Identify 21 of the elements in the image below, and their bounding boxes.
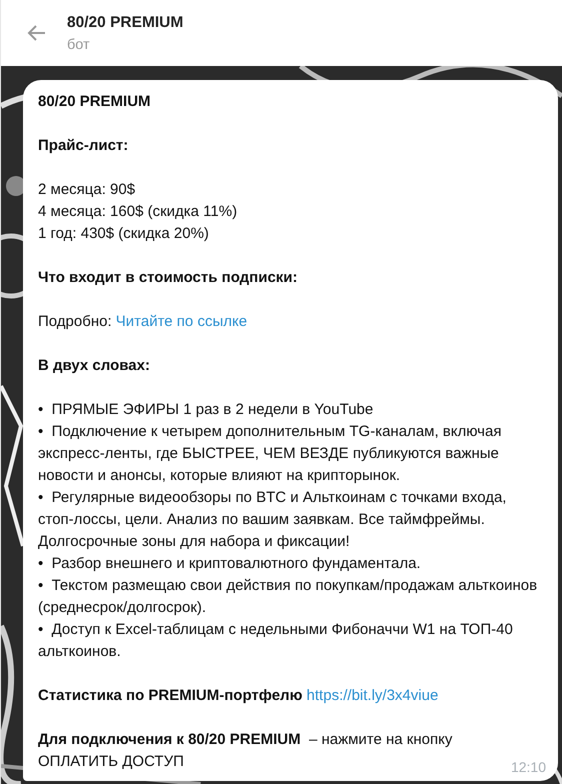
- message-line: 1 год: 430$ (скидка 20%): [38, 224, 210, 244]
- message-time: 12:10: [510, 759, 546, 775]
- message-link[interactable]: https://bit.ly/3x4viue: [306, 687, 438, 704]
- message-line: • Доступ к Excel-таблицам с недельными Фибоначчи W1 на ТОП-40 альткоинов.: [38, 620, 514, 662]
- message-line: Подробно: Читайте по ссылке: [38, 312, 248, 332]
- message-line: • Подключение к четырем дополнительным TG-каналам, включая экспресс-ленты, где БЫСТРЕЕ, ЧЕМ ВЕЗДЕ публикуются важные новости и анонсы, которые влияют на крипторынок.: [38, 422, 502, 486]
- chat-subtitle: бот: [67, 36, 91, 52]
- heading-text: Что входит в стоимость подписки:: [38, 268, 299, 288]
- message-line: • Текстом размещаю свои действия по покупкам/продажам альткоинов (среднесрок/долгосрок).: [38, 576, 538, 618]
- message-line: • Регулярные видеообзоры по BTC и Альткоинам с точками входа, стоп-лоссы, цели. Анализ по вашим заявкам. Все таймфреймы. Долгосрочные зоны для набора и фиксации!: [38, 488, 508, 552]
- heading-text: В двух словах:: [38, 356, 151, 376]
- message-line: • ПРЯМЫЕ ЭФИРЫ 1 раз в 2 недели в YouTube: [38, 400, 374, 420]
- chat-title: 80/20 PREMIUM: [67, 14, 184, 32]
- message-paragraph: Для подключения к 80/20 PREMIUM – нажмите на кнопку ОПЛАТИТЬ ДОСТУП: [38, 730, 454, 772]
- message-link[interactable]: Читайте по ссылке: [116, 313, 248, 330]
- message-line: • Разбор внешнего и криптовалютного фундаментала.: [38, 554, 422, 574]
- message-line: Статистика по PREMIUM-портфелю https://bit.ly/3x4viue: [38, 686, 440, 706]
- message-line: 4 месяца: 160$ (скидка 11%): [38, 202, 238, 222]
- heading-text: 80/20 PREMIUM: [38, 92, 152, 112]
- message-line: 2 месяца: 90$: [38, 180, 136, 200]
- heading-text: Прайс-лист:: [38, 136, 130, 156]
